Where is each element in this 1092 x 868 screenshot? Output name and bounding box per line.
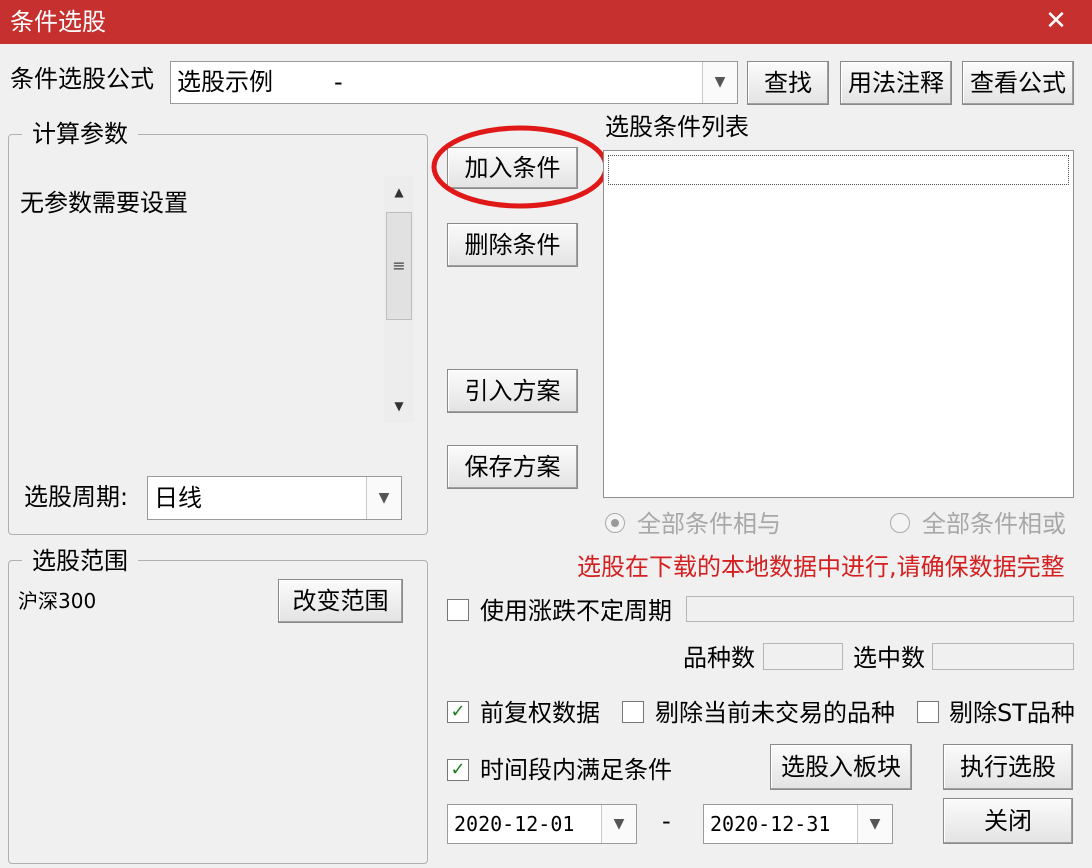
import-plan-button[interactable]: 引入方案 xyxy=(447,369,578,413)
condition-list[interactable] xyxy=(603,150,1074,498)
list-item[interactable] xyxy=(608,155,1069,185)
scroll-up-icon[interactable]: ▲ xyxy=(384,180,414,204)
chevron-down-icon[interactable]: ▼ xyxy=(702,62,737,103)
view-formula-button[interactable]: 查看公式 xyxy=(962,61,1074,105)
scope-group-label: 选股范围 xyxy=(22,546,138,576)
period-value: 日线 xyxy=(154,484,202,512)
forward-adjust-label: 前复权数据 xyxy=(480,699,600,727)
add-to-block-button[interactable]: 选股入板块 xyxy=(770,744,912,790)
execute-button[interactable]: 执行选股 xyxy=(943,744,1073,790)
chevron-down-icon[interactable]: ▼ xyxy=(366,477,401,519)
params-group-label: 计算参数 xyxy=(22,119,138,149)
change-scope-button[interactable]: 改变范围 xyxy=(278,579,403,623)
exclude-untraded-label: 剔除当前未交易的品种 xyxy=(655,699,895,727)
start-date-value: 2020-12-01 xyxy=(454,812,575,836)
variable-period-checkbox[interactable] xyxy=(447,599,469,621)
count-field xyxy=(763,643,843,670)
period-select[interactable]: 日线 ▼ xyxy=(147,476,402,520)
exclude-st-checkbox[interactable] xyxy=(917,701,939,723)
radio-and-label: 全部条件相与 xyxy=(637,510,781,538)
variable-period-label: 使用涨跌不定周期 xyxy=(480,597,672,625)
time-range-label: 时间段内满足条件 xyxy=(480,756,672,784)
window-title: 条件选股 xyxy=(10,8,106,36)
scroll-thumb[interactable]: ≡ xyxy=(386,212,412,320)
start-date-picker[interactable]: 2020-12-01 ▼ xyxy=(447,804,637,844)
radio-and[interactable] xyxy=(605,513,625,533)
close-icon[interactable]: ✕ xyxy=(1036,4,1076,38)
selected-count-field xyxy=(932,643,1074,670)
variable-period-field xyxy=(686,596,1074,622)
find-button[interactable]: 查找 xyxy=(747,61,829,105)
delete-condition-button[interactable]: 删除条件 xyxy=(447,223,578,267)
radio-or[interactable] xyxy=(890,513,910,533)
count-label: 品种数 xyxy=(683,644,755,672)
formula-label: 条件选股公式 xyxy=(10,65,154,93)
close-button[interactable]: 关闭 xyxy=(943,798,1073,844)
formula-select[interactable]: 选股示例 - ▼ xyxy=(170,61,738,104)
forward-adjust-checkbox[interactable]: ✓ xyxy=(447,701,469,723)
usage-notes-button[interactable]: 用法注释 xyxy=(840,61,952,105)
selected-count-label: 选中数 xyxy=(853,644,925,672)
save-plan-button[interactable]: 保存方案 xyxy=(447,445,578,489)
end-date-value: 2020-12-31 xyxy=(710,812,831,836)
formula-value: 选股示例 - xyxy=(177,68,343,96)
params-message: 无参数需要设置 xyxy=(20,189,188,217)
chevron-down-icon[interactable]: ▼ xyxy=(857,805,892,843)
period-label: 选股周期: xyxy=(24,483,129,511)
scope-value: 沪深300 xyxy=(18,589,97,613)
data-warning: 选股在下载的本地数据中进行,请确保数据完整 xyxy=(577,553,1065,581)
exclude-untraded-checkbox[interactable] xyxy=(622,701,644,723)
radio-or-label: 全部条件相或 xyxy=(922,510,1066,538)
time-range-checkbox[interactable]: ✓ xyxy=(447,759,469,781)
chevron-down-icon[interactable]: ▼ xyxy=(601,805,636,843)
exclude-st-label: 剔除ST品种 xyxy=(949,699,1075,727)
scroll-down-icon[interactable]: ▼ xyxy=(384,394,414,418)
date-separator: - xyxy=(662,807,671,835)
highlight-circle xyxy=(431,125,609,209)
title-bar xyxy=(0,0,1092,44)
end-date-picker[interactable]: 2020-12-31 ▼ xyxy=(703,804,893,844)
condition-list-label: 选股条件列表 xyxy=(605,113,749,141)
